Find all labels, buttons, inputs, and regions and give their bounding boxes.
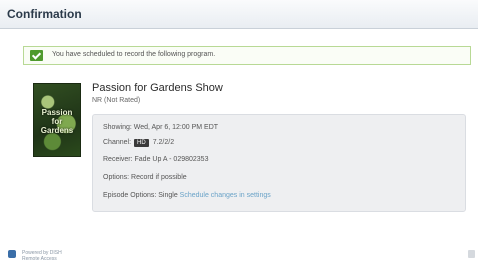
dialog-header: Confirmation [0,0,478,29]
program-poster: Passion for Gardens [33,83,81,157]
details-panel: Showing: Wed, Apr 6, 12:00 PM EDT Channe… [92,114,466,212]
episode-settings-link[interactable]: Schedule changes in settings [180,192,271,199]
success-notice: You have scheduled to record the followi… [23,46,471,65]
resize-handle-icon[interactable] [468,250,475,258]
showing-row: Showing: Wed, Apr 6, 12:00 PM EDT [103,124,219,131]
channel-label: Channel: [103,139,132,146]
receiver-row: Receiver: Fade Up A - 029802353 [103,156,209,163]
program-rating: NR (Not Rated) [92,97,141,104]
footer-text: Powered by DISH Remote Access [22,250,62,262]
options-row: Options: Record if possible [103,174,187,181]
channel-row: Channel: HD 7.2/2/2 [103,139,174,147]
footer-line-2: Remote Access [22,256,57,262]
poster-text: Passion for Gardens [40,108,74,135]
channel-value: 7.2/2/2 [152,139,175,146]
episode-options-label: Episode Options: Single [103,192,178,199]
notice-text: You have scheduled to record the followi… [52,51,216,58]
program-title: Passion for Gardens Show [92,82,223,94]
episode-options-row: Episode Options: Single Schedule changes… [103,192,271,199]
brand-logo-icon [8,250,16,258]
checkmark-icon [30,50,43,61]
hd-badge: HD [134,139,149,147]
dialog-title: Confirmation [7,7,82,21]
